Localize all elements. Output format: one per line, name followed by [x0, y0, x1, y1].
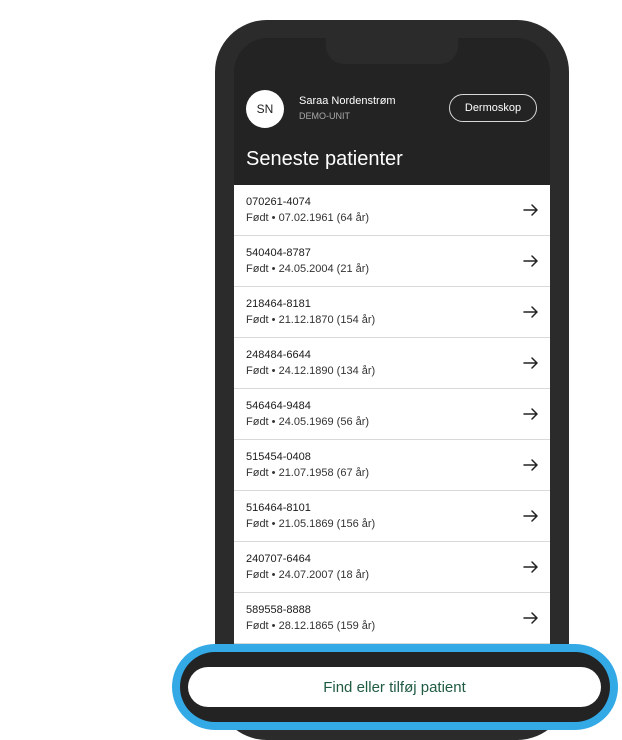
section-title: Seneste patienter	[246, 148, 403, 170]
patient-row[interactable]: 515454-0408 Født • 21.07.1958 (67 år)	[234, 440, 550, 491]
patient-row[interactable]: 546464-9484 Født • 24.05.1969 (56 år)	[234, 389, 550, 440]
avatar-initials: SN	[256, 102, 274, 116]
arrow-right-icon	[523, 561, 538, 573]
patient-birth-info: Født • 21.05.1869 (156 år)	[246, 518, 376, 530]
patient-row[interactable]: 240707-6464 Født • 24.07.2007 (18 år)	[234, 542, 550, 593]
patient-row[interactable]: 589558-8888 Født • 28.12.1865 (159 år)	[234, 593, 550, 644]
phone-notch	[326, 38, 458, 64]
patient-birth-info: Født • 24.07.2007 (18 år)	[246, 569, 370, 581]
patient-birth-info: Født • 07.02.1961 (64 år)	[246, 212, 370, 224]
patient-id: 589558-8888	[246, 604, 311, 616]
arrow-right-icon	[523, 204, 538, 216]
patient-birth-info: Født • 24.05.1969 (56 år)	[246, 416, 370, 428]
patient-birth-info: Født • 21.12.1870 (154 år)	[246, 314, 376, 326]
patient-id: 515454-0408	[246, 451, 311, 463]
patient-row[interactable]: 070261-4074 Født • 07.02.1961 (64 år)	[234, 185, 550, 236]
arrow-right-icon	[523, 357, 538, 369]
patient-id: 248484-6644	[246, 349, 311, 361]
patient-id: 546464-9484	[246, 400, 311, 412]
app-screen: SN Saraa Nordenstrøm DEMO-UNIT Dermoskop…	[234, 38, 550, 718]
find-or-add-patient-button[interactable]: Find eller tilføj patient	[188, 667, 601, 707]
patient-row[interactable]: 218464-8181 Født • 21.12.1870 (154 år)	[234, 287, 550, 338]
arrow-right-icon	[523, 408, 538, 420]
patient-birth-info: Født • 28.12.1865 (159 år)	[246, 620, 376, 632]
find-or-add-patient-label: Find eller tilføj patient	[323, 678, 466, 696]
unit-name: DEMO-UNIT	[299, 111, 350, 121]
patient-birth-info: Født • 21.07.1958 (67 år)	[246, 467, 370, 479]
arrow-right-icon	[523, 459, 538, 471]
patient-id: 540404-8787	[246, 247, 311, 259]
patient-row[interactable]: 540404-8787 Født • 24.05.2004 (21 år)	[234, 236, 550, 287]
patient-birth-info: Født • 24.05.2004 (21 år)	[246, 263, 370, 275]
dermoscope-button[interactable]: Dermoskop	[449, 94, 537, 122]
patient-birth-info: Født • 24.12.1890 (134 år)	[246, 365, 376, 377]
arrow-right-icon	[523, 612, 538, 624]
patient-id: 240707-6464	[246, 553, 311, 565]
arrow-right-icon	[523, 255, 538, 267]
arrow-right-icon	[523, 306, 538, 318]
avatar[interactable]: SN	[246, 90, 284, 128]
patient-list: 070261-4074 Født • 07.02.1961 (64 år) 54…	[234, 185, 550, 644]
user-name: Saraa Nordenstrøm	[299, 95, 396, 107]
dermoscope-button-label: Dermoskop	[464, 102, 522, 114]
arrow-right-icon	[523, 510, 538, 522]
patient-id: 070261-4074	[246, 196, 311, 208]
patient-id: 516464-8101	[246, 502, 311, 514]
patient-row[interactable]: 248484-6644 Født • 24.12.1890 (134 år)	[234, 338, 550, 389]
patient-id: 218464-8181	[246, 298, 311, 310]
patient-row[interactable]: 516464-8101 Født • 21.05.1869 (156 år)	[234, 491, 550, 542]
